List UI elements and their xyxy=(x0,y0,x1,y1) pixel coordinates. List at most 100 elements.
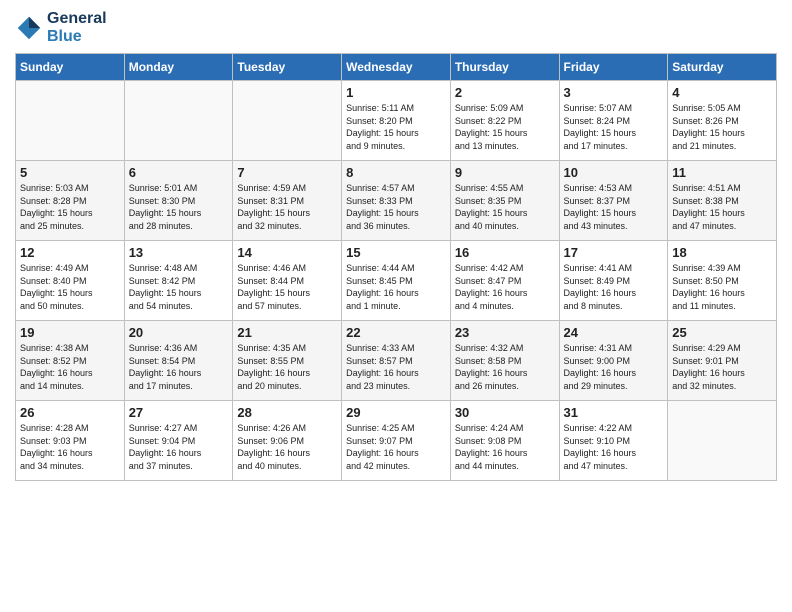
logo: General Blue xyxy=(15,10,107,45)
day-info: Sunrise: 4:33 AM Sunset: 8:57 PM Dayligh… xyxy=(346,342,446,392)
day-info: Sunrise: 4:49 AM Sunset: 8:40 PM Dayligh… xyxy=(20,262,120,312)
day-number: 27 xyxy=(129,405,229,420)
day-info: Sunrise: 4:32 AM Sunset: 8:58 PM Dayligh… xyxy=(455,342,555,392)
calendar-cell: 11 Sunrise: 4:51 AM Sunset: 8:38 PM Dayli… xyxy=(668,161,777,241)
day-info: Sunrise: 4:59 AM Sunset: 8:31 PM Dayligh… xyxy=(237,182,337,232)
calendar-cell: 8 Sunrise: 4:57 AM Sunset: 8:33 PM Daylig… xyxy=(342,161,451,241)
day-number: 16 xyxy=(455,245,555,260)
day-info: Sunrise: 4:36 AM Sunset: 8:54 PM Dayligh… xyxy=(129,342,229,392)
day-number: 22 xyxy=(346,325,446,340)
day-number: 11 xyxy=(672,165,772,180)
day-number: 29 xyxy=(346,405,446,420)
calendar-cell xyxy=(16,81,125,161)
calendar-cell: 15 Sunrise: 4:44 AM Sunset: 8:45 PM Dayli… xyxy=(342,241,451,321)
calendar-table: SundayMondayTuesdayWednesdayThursdayFrid… xyxy=(15,53,777,481)
day-number: 6 xyxy=(129,165,229,180)
day-info: Sunrise: 4:53 AM Sunset: 8:37 PM Dayligh… xyxy=(564,182,664,232)
calendar-cell: 21 Sunrise: 4:35 AM Sunset: 8:55 PM Dayli… xyxy=(233,321,342,401)
day-info: Sunrise: 4:55 AM Sunset: 8:35 PM Dayligh… xyxy=(455,182,555,232)
day-info: Sunrise: 5:05 AM Sunset: 8:26 PM Dayligh… xyxy=(672,102,772,152)
calendar-cell: 27 Sunrise: 4:27 AM Sunset: 9:04 PM Dayli… xyxy=(124,401,233,481)
header: General Blue xyxy=(15,10,777,45)
day-number: 12 xyxy=(20,245,120,260)
page: General Blue SundayMondayTuesdayWednesda… xyxy=(0,0,792,612)
calendar-cell: 16Sunrise: 4:42 AM Sunset: 8:47 PM Dayli… xyxy=(450,241,559,321)
calendar-cell: 2Sunrise: 5:09 AM Sunset: 8:22 PM Daylig… xyxy=(450,81,559,161)
day-info: Sunrise: 5:11 AM Sunset: 8:20 PM Dayligh… xyxy=(346,102,446,152)
day-number: 30 xyxy=(455,405,555,420)
calendar-cell: 6 Sunrise: 5:01 AM Sunset: 8:30 PM Daylig… xyxy=(124,161,233,241)
calendar-cell xyxy=(668,401,777,481)
week-row-5: 26 Sunrise: 4:28 AM Sunset: 9:03 PM Dayli… xyxy=(16,401,777,481)
day-number: 18 xyxy=(672,245,772,260)
day-info: Sunrise: 4:46 AM Sunset: 8:44 PM Dayligh… xyxy=(237,262,337,312)
day-number: 7 xyxy=(237,165,337,180)
day-info: Sunrise: 4:26 AM Sunset: 9:06 PM Dayligh… xyxy=(237,422,337,472)
day-number: 17 xyxy=(564,245,664,260)
day-info: Sunrise: 4:41 AM Sunset: 8:49 PM Dayligh… xyxy=(564,262,664,312)
day-number: 24 xyxy=(564,325,664,340)
day-number: 23 xyxy=(455,325,555,340)
calendar-cell: 12 Sunrise: 4:49 AM Sunset: 8:40 PM Dayli… xyxy=(16,241,125,321)
day-header-sunday: Sunday xyxy=(16,54,125,81)
day-number: 4 xyxy=(672,85,772,100)
calendar-cell: 10 Sunrise: 4:53 AM Sunset: 8:37 PM Dayli… xyxy=(559,161,668,241)
calendar-cell: 31Sunrise: 4:22 AM Sunset: 9:10 PM Dayli… xyxy=(559,401,668,481)
calendar-cell: 17 Sunrise: 4:41 AM Sunset: 8:49 PM Dayli… xyxy=(559,241,668,321)
calendar-cell: 4 Sunrise: 5:05 AM Sunset: 8:26 PM Daylig… xyxy=(668,81,777,161)
day-number: 21 xyxy=(237,325,337,340)
calendar-cell: 26 Sunrise: 4:28 AM Sunset: 9:03 PM Dayli… xyxy=(16,401,125,481)
day-number: 10 xyxy=(564,165,664,180)
day-number: 26 xyxy=(20,405,120,420)
day-header-monday: Monday xyxy=(124,54,233,81)
logo-icon xyxy=(15,14,43,42)
week-row-1: 1 Sunrise: 5:11 AM Sunset: 8:20 PM Daylig… xyxy=(16,81,777,161)
day-info: Sunrise: 4:51 AM Sunset: 8:38 PM Dayligh… xyxy=(672,182,772,232)
day-header-tuesday: Tuesday xyxy=(233,54,342,81)
day-number: 14 xyxy=(237,245,337,260)
day-info: Sunrise: 4:44 AM Sunset: 8:45 PM Dayligh… xyxy=(346,262,446,312)
calendar-cell: 28 Sunrise: 4:26 AM Sunset: 9:06 PM Dayli… xyxy=(233,401,342,481)
calendar-cell: 9Sunrise: 4:55 AM Sunset: 8:35 PM Daylig… xyxy=(450,161,559,241)
day-info: Sunrise: 4:31 AM Sunset: 9:00 PM Dayligh… xyxy=(564,342,664,392)
calendar-cell xyxy=(124,81,233,161)
day-info: Sunrise: 4:25 AM Sunset: 9:07 PM Dayligh… xyxy=(346,422,446,472)
calendar-cell: 5 Sunrise: 5:03 AM Sunset: 8:28 PM Daylig… xyxy=(16,161,125,241)
day-number: 2 xyxy=(455,85,555,100)
day-info: Sunrise: 5:03 AM Sunset: 8:28 PM Dayligh… xyxy=(20,182,120,232)
day-info: Sunrise: 5:01 AM Sunset: 8:30 PM Dayligh… xyxy=(129,182,229,232)
day-number: 8 xyxy=(346,165,446,180)
calendar-cell: 30 Sunrise: 4:24 AM Sunset: 9:08 PM Dayli… xyxy=(450,401,559,481)
day-number: 3 xyxy=(564,85,664,100)
day-info: Sunrise: 4:35 AM Sunset: 8:55 PM Dayligh… xyxy=(237,342,337,392)
day-info: Sunrise: 4:28 AM Sunset: 9:03 PM Dayligh… xyxy=(20,422,120,472)
calendar-cell: 1 Sunrise: 5:11 AM Sunset: 8:20 PM Daylig… xyxy=(342,81,451,161)
day-header-row: SundayMondayTuesdayWednesdayThursdayFrid… xyxy=(16,54,777,81)
day-info: Sunrise: 4:24 AM Sunset: 9:08 PM Dayligh… xyxy=(455,422,555,472)
day-number: 1 xyxy=(346,85,446,100)
calendar-cell: 23 Sunrise: 4:32 AM Sunset: 8:58 PM Dayli… xyxy=(450,321,559,401)
calendar-cell: 24 Sunrise: 4:31 AM Sunset: 9:00 PM Dayli… xyxy=(559,321,668,401)
calendar-cell: 13 Sunrise: 4:48 AM Sunset: 8:42 PM Dayli… xyxy=(124,241,233,321)
day-number: 13 xyxy=(129,245,229,260)
day-number: 5 xyxy=(20,165,120,180)
day-info: Sunrise: 4:48 AM Sunset: 8:42 PM Dayligh… xyxy=(129,262,229,312)
calendar-cell: 18 Sunrise: 4:39 AM Sunset: 8:50 PM Dayli… xyxy=(668,241,777,321)
day-info: Sunrise: 4:29 AM Sunset: 9:01 PM Dayligh… xyxy=(672,342,772,392)
day-header-thursday: Thursday xyxy=(450,54,559,81)
day-number: 19 xyxy=(20,325,120,340)
day-info: Sunrise: 4:39 AM Sunset: 8:50 PM Dayligh… xyxy=(672,262,772,312)
week-row-2: 5 Sunrise: 5:03 AM Sunset: 8:28 PM Daylig… xyxy=(16,161,777,241)
day-number: 15 xyxy=(346,245,446,260)
calendar-cell: 25Sunrise: 4:29 AM Sunset: 9:01 PM Dayli… xyxy=(668,321,777,401)
calendar-cell: 29 Sunrise: 4:25 AM Sunset: 9:07 PM Dayli… xyxy=(342,401,451,481)
calendar-cell: 3Sunrise: 5:07 AM Sunset: 8:24 PM Daylig… xyxy=(559,81,668,161)
calendar-cell: 22 Sunrise: 4:33 AM Sunset: 8:57 PM Dayli… xyxy=(342,321,451,401)
day-number: 28 xyxy=(237,405,337,420)
day-info: Sunrise: 4:57 AM Sunset: 8:33 PM Dayligh… xyxy=(346,182,446,232)
calendar-cell: 14 Sunrise: 4:46 AM Sunset: 8:44 PM Dayli… xyxy=(233,241,342,321)
day-info: Sunrise: 4:27 AM Sunset: 9:04 PM Dayligh… xyxy=(129,422,229,472)
day-info: Sunrise: 4:38 AM Sunset: 8:52 PM Dayligh… xyxy=(20,342,120,392)
calendar-cell: 19 Sunrise: 4:38 AM Sunset: 8:52 PM Dayli… xyxy=(16,321,125,401)
day-header-saturday: Saturday xyxy=(668,54,777,81)
